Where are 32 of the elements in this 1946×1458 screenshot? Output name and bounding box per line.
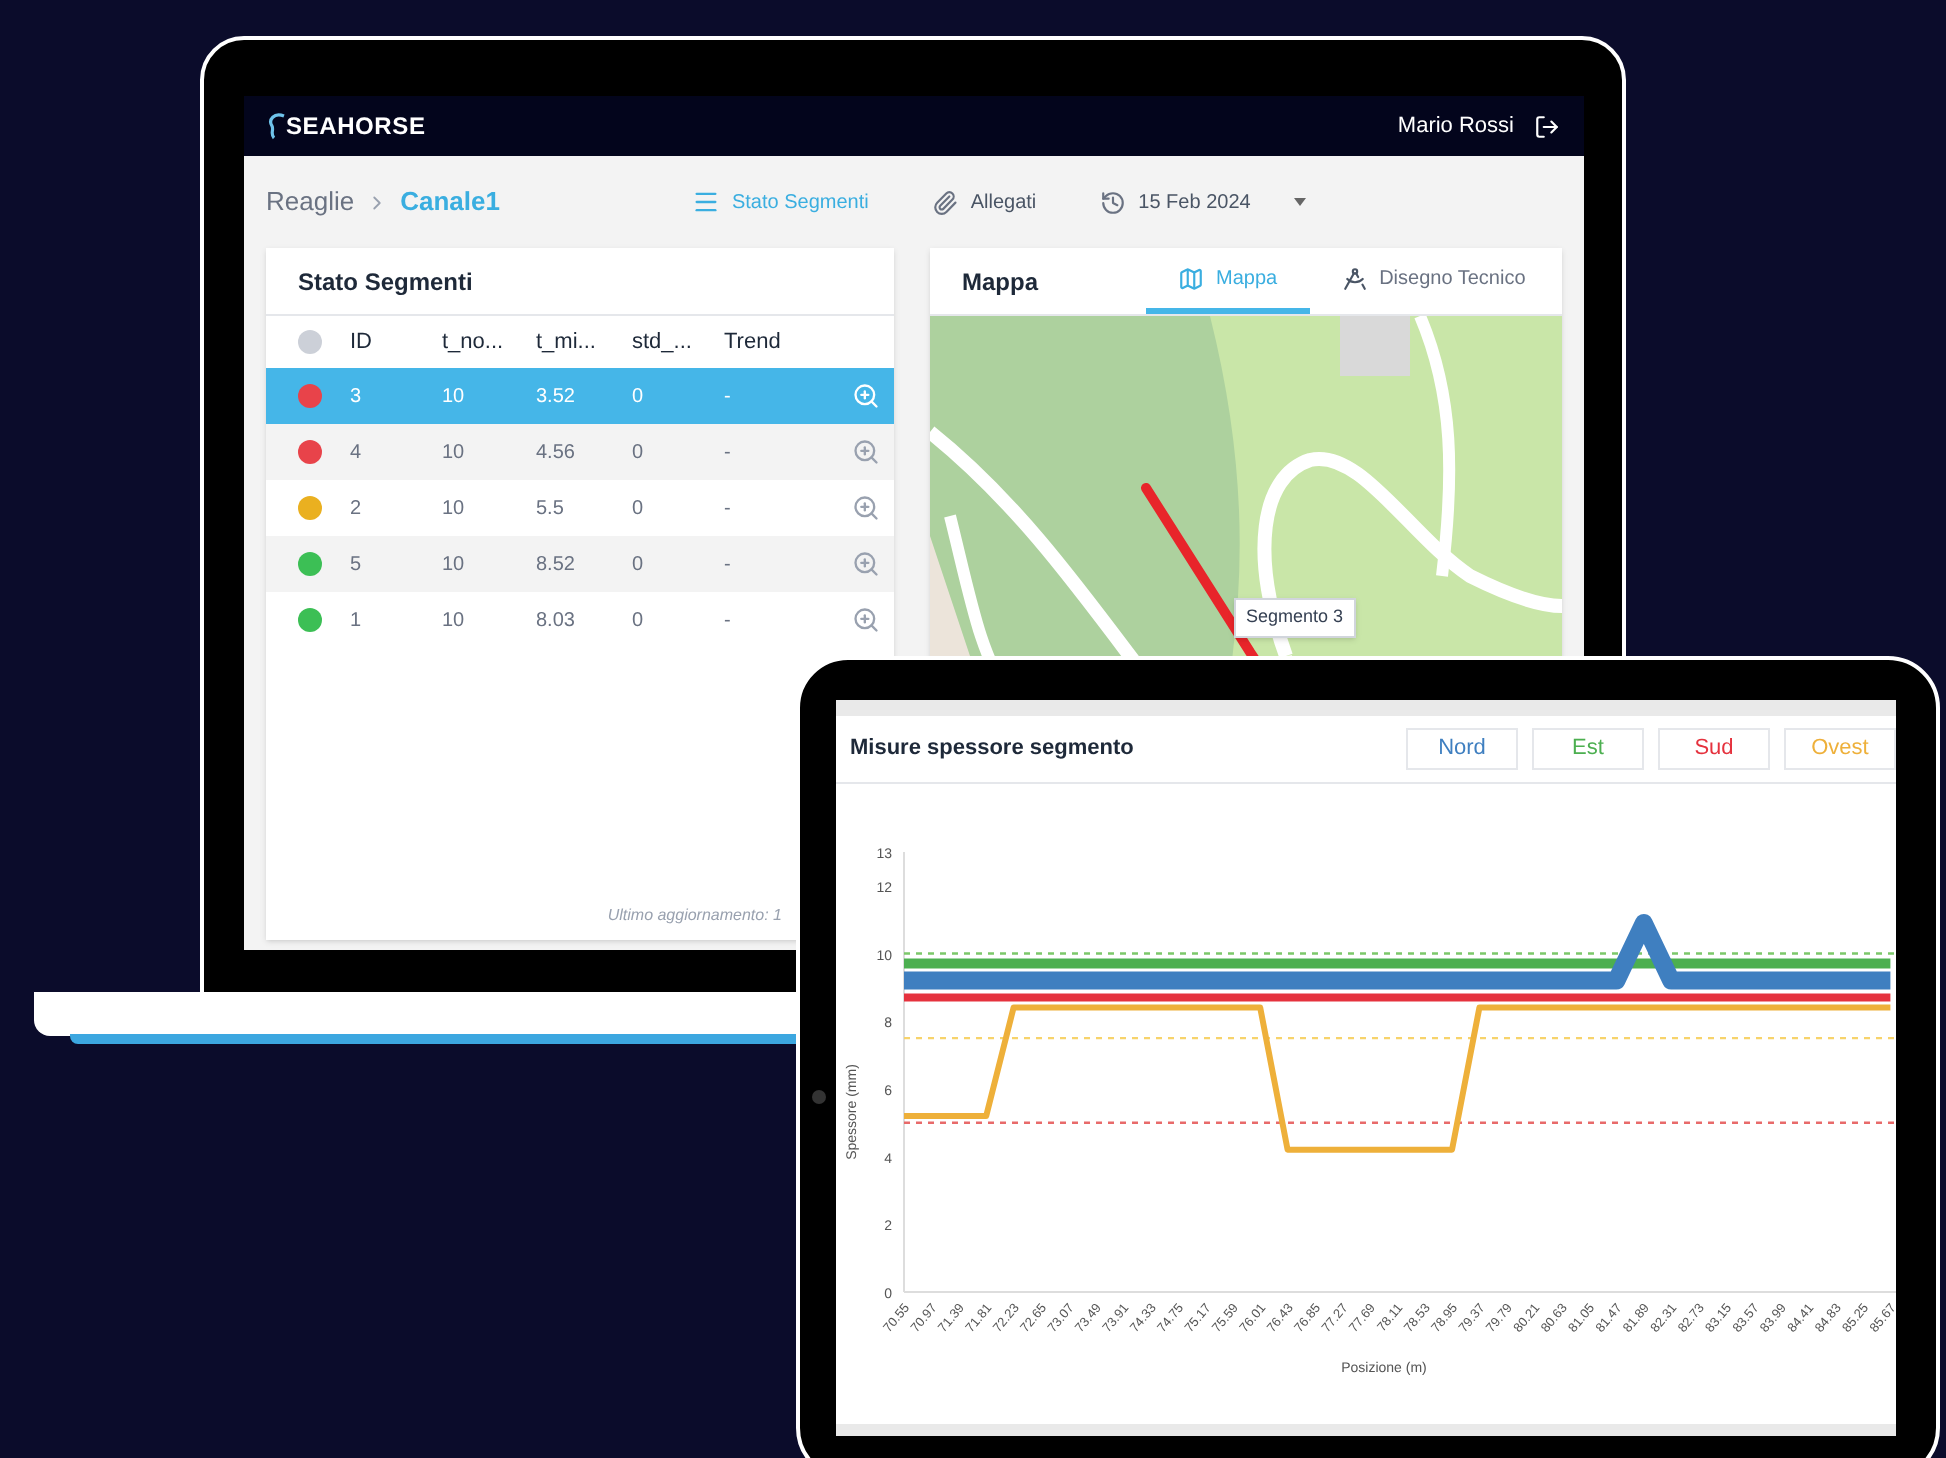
user-name: Mario Rossi xyxy=(1397,111,1514,142)
table-cell-text: 4 xyxy=(350,439,364,467)
table-cell-text: 0 xyxy=(632,607,646,635)
table-cell-text: 10 xyxy=(442,383,467,411)
table-cell-text: 10 xyxy=(442,551,467,579)
table-cell-text: - xyxy=(724,383,733,411)
map-tooltip: Segmento 3 xyxy=(1234,598,1356,637)
card-title: Mappa xyxy=(962,265,1039,299)
chart-title: Misure spessore segmento xyxy=(850,734,1134,765)
table-cell-text: 4.56 xyxy=(536,439,577,467)
table-cell-text: 1 xyxy=(350,607,364,635)
table-cell-text: 3 xyxy=(350,383,364,411)
table-cell-text: - xyxy=(724,607,733,635)
table-cell-text: - xyxy=(724,551,733,579)
table-cell-text: 10 xyxy=(442,439,467,467)
table-cell-text: 5 xyxy=(350,551,364,579)
table-cell-text: 0 xyxy=(632,383,646,411)
table-cell-text: 8.03 xyxy=(536,607,577,635)
card-title: Stato Segmenti xyxy=(298,265,473,299)
table-cell-text: - xyxy=(724,495,733,523)
table-cell-text: 2 xyxy=(350,495,364,523)
table-cell-text: 0 xyxy=(632,439,646,467)
table-cell-text: 10 xyxy=(442,495,467,523)
table-cell-text: 0 xyxy=(632,495,646,523)
table-cell-text: - xyxy=(724,439,733,467)
table-cell-text: 10 xyxy=(442,607,467,635)
table-cell-text: 3.52 xyxy=(536,383,577,411)
table-cell-text: 0 xyxy=(632,551,646,579)
last-update-text: Ultimo aggiornamento: 1 xyxy=(607,904,782,928)
table-cell-text: 8.52 xyxy=(536,551,577,579)
table-cell-text: 5.5 xyxy=(536,495,566,523)
logo-text: SEAHORSE xyxy=(286,110,426,144)
